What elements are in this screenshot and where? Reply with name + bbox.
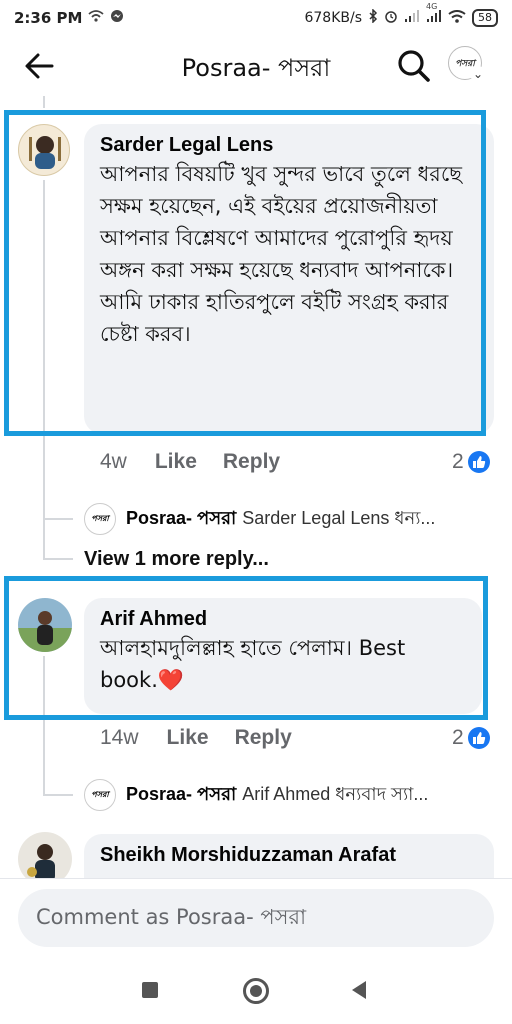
comment-author[interactable]: Sheikh Morshiduzzaman Arafat bbox=[100, 842, 480, 868]
thread-line bbox=[43, 96, 45, 108]
battery-indicator: 58 bbox=[472, 9, 498, 27]
like-button[interactable]: Like bbox=[155, 450, 197, 474]
reaction-number: 2 bbox=[452, 726, 464, 749]
thumbs-up-icon bbox=[467, 451, 490, 473]
app-header: Posraa- পসরা পসরা ⌄ bbox=[0, 36, 512, 96]
search-button[interactable] bbox=[396, 48, 432, 84]
bluetooth-icon bbox=[368, 8, 378, 27]
reply-snippet: Sarder Legal Lens ধন্য... bbox=[242, 507, 436, 528]
thumbs-up-icon bbox=[467, 727, 490, 749]
reply-author: Posraa- পসরা bbox=[126, 507, 237, 528]
view-more-connector bbox=[43, 558, 73, 560]
highlight-box bbox=[4, 576, 488, 720]
alarm-icon bbox=[384, 9, 398, 27]
view-more-replies-link[interactable]: View 1 more reply... bbox=[84, 548, 269, 571]
page-title: Posraa- পসরা bbox=[181, 54, 331, 82]
reply-author: Posraa- পসরা bbox=[126, 783, 237, 804]
comment-time[interactable]: 4w bbox=[100, 450, 127, 474]
status-bar: 2:36 PM 678KB/s 4G 58 bbox=[0, 0, 512, 36]
system-back-button[interactable] bbox=[352, 981, 366, 999]
reply-preview[interactable]: পসরা Posraa- পসরা Sarder Legal Lens ধন্য… bbox=[84, 502, 496, 536]
status-time: 2:36 PM bbox=[14, 9, 83, 27]
reply-button[interactable]: Reply bbox=[223, 450, 280, 474]
reaction-number: 2 bbox=[452, 450, 464, 473]
system-nav-bar bbox=[0, 956, 512, 1024]
reaction-count[interactable]: 2 bbox=[452, 450, 490, 474]
reply-preview[interactable]: পসরা Posraa- পসরা Arif Ahmed ধন্যবাদ স্য… bbox=[84, 778, 496, 812]
reply-connector bbox=[43, 518, 73, 520]
reaction-count[interactable]: 2 bbox=[452, 726, 490, 750]
reply-connector bbox=[43, 794, 73, 796]
search-icon bbox=[398, 50, 430, 82]
wifi-icon bbox=[88, 10, 105, 26]
home-button[interactable] bbox=[243, 978, 269, 1004]
network-type: 4G bbox=[426, 2, 438, 11]
highlight-box bbox=[4, 110, 486, 436]
comment-input[interactable]: Comment as Posraa- পসরা bbox=[18, 889, 494, 947]
reply-avatar: পসরা bbox=[84, 503, 116, 535]
comment-composer-bar: Comment as Posraa- পসরা bbox=[0, 878, 512, 956]
comment-actions: 4w Like Reply bbox=[100, 450, 306, 474]
comment-actions: 14w Like Reply bbox=[100, 726, 318, 750]
recent-apps-button[interactable] bbox=[142, 982, 158, 998]
reply-snippet: Arif Ahmed ধন্যবাদ স্যা... bbox=[242, 783, 429, 804]
comment-bubble[interactable]: Sheikh Morshiduzzaman Arafat bbox=[84, 834, 494, 878]
chevron-down-icon: ⌄ bbox=[470, 66, 486, 82]
comment-time[interactable]: 14w bbox=[100, 726, 139, 750]
wifi-icon bbox=[448, 9, 466, 27]
signal-icon bbox=[404, 10, 420, 26]
reply-avatar: পসরা bbox=[84, 779, 116, 811]
like-button[interactable]: Like bbox=[167, 726, 209, 750]
network-speed: 678KB/s bbox=[304, 10, 362, 26]
page-switcher-button[interactable]: পসরা ⌄ bbox=[448, 46, 492, 90]
4g-signal-icon: 4G bbox=[426, 2, 442, 26]
messenger-icon bbox=[110, 9, 124, 27]
reply-button[interactable]: Reply bbox=[235, 726, 292, 750]
